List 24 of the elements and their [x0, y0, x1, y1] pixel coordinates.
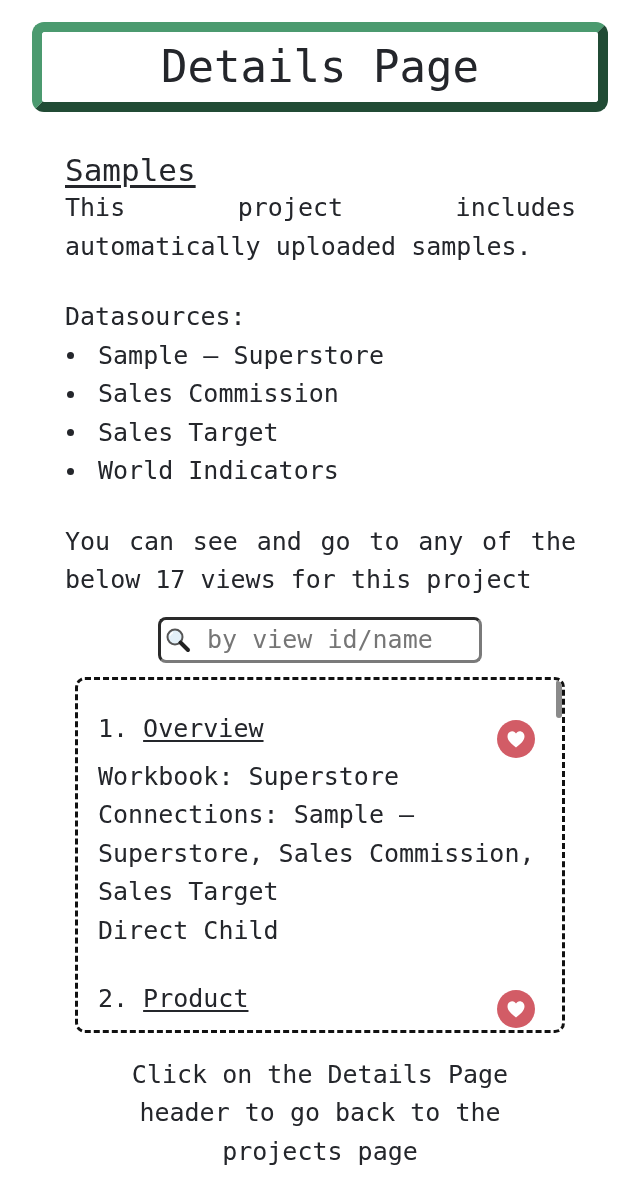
view-number: 2.	[98, 982, 129, 1015]
page-header[interactable]: Details Page	[32, 22, 608, 112]
view-link[interactable]: Overview	[143, 709, 264, 748]
datasource-item: Sales Commission	[98, 378, 339, 410]
bullet-icon	[67, 429, 74, 437]
view-number: 1.	[98, 712, 129, 745]
project-title: Samples	[65, 151, 196, 189]
footer-note: Click on the Details Page header to go back to the projects page	[130, 1058, 510, 1168]
workbook-text: Workbook: Superstore	[98, 760, 401, 793]
bullet-icon	[67, 390, 74, 398]
search-icon	[165, 626, 191, 653]
connections-text: Connections: Sample – Superstore, Sales Commission, Sales Target	[98, 799, 536, 908]
datasource-item: Sample – Superstore	[98, 339, 384, 372]
bullet-icon	[67, 467, 74, 475]
bullet-icon	[67, 352, 74, 360]
relation-text: Direct Child	[98, 914, 280, 947]
search-field[interactable]: by view id/name	[158, 616, 482, 663]
views-note: You can see and go to any of the below 17 views for this project	[65, 525, 576, 596]
scrollbar-thumb[interactable]	[556, 679, 562, 718]
project-description: This project includes automatically uploaded samples.	[65, 192, 576, 263]
datasource-item: Sales Target	[98, 416, 279, 449]
view-link[interactable]: Product	[143, 979, 249, 1018]
datasource-item: World Indicators	[98, 455, 339, 487]
datasources-label: Datasources:	[65, 301, 247, 333]
